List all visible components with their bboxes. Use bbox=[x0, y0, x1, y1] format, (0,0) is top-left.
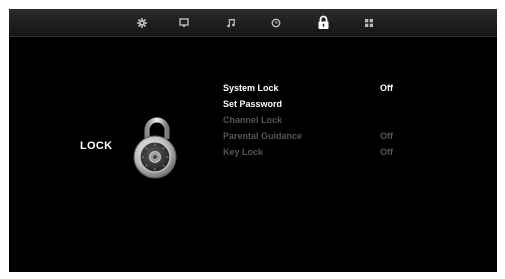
menu-item-value: Off bbox=[380, 147, 393, 157]
tab-picture[interactable] bbox=[173, 13, 195, 32]
lock-icon bbox=[318, 15, 328, 29]
tv-menu-screen: LOCK System Lock Off Set Password Channe… bbox=[9, 9, 497, 272]
menu-item-label: Key Lock bbox=[223, 147, 264, 157]
tab-settings[interactable] bbox=[131, 13, 153, 32]
lock-settings-menu: System Lock Off Set Password Channel Loc… bbox=[223, 80, 413, 160]
menu-item-label: Set Password bbox=[223, 99, 283, 109]
tab-apps[interactable] bbox=[358, 13, 380, 32]
menu-item-system-lock[interactable]: System Lock Off bbox=[223, 80, 413, 96]
menu-item-value: Off bbox=[380, 131, 393, 141]
settings-gear-icon bbox=[137, 17, 147, 28]
section-title: LOCK bbox=[80, 140, 113, 152]
tab-time[interactable] bbox=[265, 13, 287, 32]
tab-sound[interactable] bbox=[220, 13, 242, 32]
menu-item-parental-guidance: Parental Guidance Off bbox=[223, 128, 413, 144]
menu-item-value: Off bbox=[380, 83, 393, 93]
tab-lock[interactable] bbox=[312, 13, 334, 32]
music-note-icon bbox=[227, 18, 235, 27]
menu-item-key-lock: Key Lock Off bbox=[223, 144, 413, 160]
apps-grid-icon bbox=[365, 18, 373, 27]
screen-icon bbox=[179, 17, 189, 27]
menu-item-label: Parental Guidance bbox=[223, 131, 303, 141]
clock-icon bbox=[271, 18, 281, 27]
menu-item-set-password[interactable]: Set Password bbox=[223, 96, 413, 112]
top-menu-bar bbox=[9, 9, 497, 37]
menu-item-label: System Lock bbox=[223, 83, 279, 93]
menu-item-label: Channel Lock bbox=[223, 115, 283, 125]
combination-padlock-icon bbox=[133, 117, 177, 179]
menu-item-channel-lock: Channel Lock bbox=[223, 112, 413, 128]
